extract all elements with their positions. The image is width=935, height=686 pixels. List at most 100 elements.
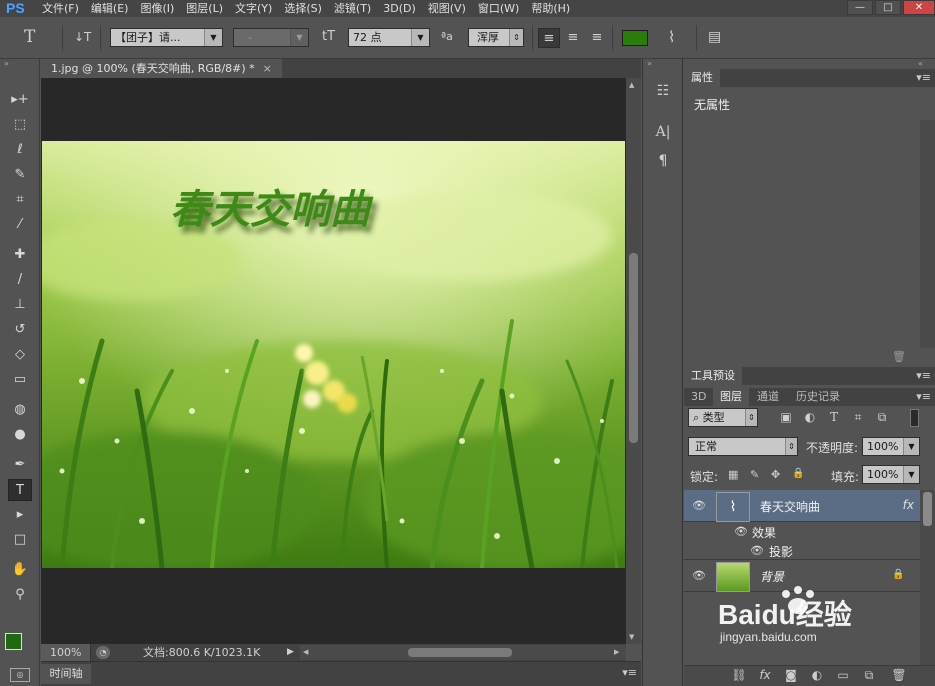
- timeline-tab[interactable]: 时间轴: [41, 664, 91, 684]
- tab-layers[interactable]: 图层: [713, 388, 749, 406]
- panel-menu-icon[interactable]: ▾≡: [916, 69, 931, 87]
- maximize-button[interactable]: □: [875, 0, 901, 15]
- move-tool[interactable]: ▸+: [8, 89, 32, 111]
- quick-select-tool[interactable]: ✎: [8, 164, 32, 186]
- filter-pixel-layers-icon[interactable]: ▣: [777, 410, 795, 424]
- menu-layer[interactable]: 图层(L): [180, 0, 229, 17]
- pen-tool[interactable]: ✒: [8, 454, 32, 476]
- lock-all-icon[interactable]: 🔒: [792, 468, 804, 479]
- filter-toggle-switch[interactable]: [910, 409, 919, 427]
- filter-smart-objects-icon[interactable]: ⧉: [873, 410, 891, 425]
- menu-file[interactable]: 文件(F): [36, 0, 85, 17]
- menu-type[interactable]: 文字(Y): [229, 0, 278, 17]
- layers-scroll-thumb[interactable]: [923, 492, 932, 526]
- layer-effects-badge[interactable]: fx: [903, 498, 914, 512]
- antialias-dropdown[interactable]: 浑厚 ⇕: [468, 28, 524, 47]
- minimize-button[interactable]: —: [847, 0, 873, 15]
- horizontal-scrollbar[interactable]: ◀ ▶: [300, 645, 626, 660]
- horizontal-scroll-thumb[interactable]: [408, 648, 512, 657]
- eye-icon[interactable]: 👁: [734, 525, 748, 538]
- collapse-arrows-icon[interactable]: »: [4, 59, 9, 68]
- status-menu-arrow-icon[interactable]: ▶: [287, 647, 294, 657]
- menu-filter[interactable]: 滤镜(T): [328, 0, 377, 17]
- scroll-right-icon[interactable]: ▶: [614, 648, 619, 656]
- layer-filter-kind-dropdown[interactable]: ⌕ 类型 ⇕: [688, 408, 758, 427]
- blend-mode-dropdown[interactable]: 正常 ⇕: [688, 437, 798, 456]
- panel-menu-icon[interactable]: ▾≡: [916, 388, 931, 406]
- tool-presets-icon[interactable]: ☷: [653, 81, 673, 101]
- layer-name[interactable]: 春天交响曲: [760, 498, 820, 515]
- trash-icon[interactable]: 🗑: [892, 350, 906, 363]
- eye-icon[interactable]: 👁: [692, 569, 706, 582]
- opacity-field[interactable]: 100% ▼: [862, 437, 920, 456]
- paragraph-panel-icon[interactable]: ¶: [653, 151, 673, 171]
- add-mask-icon[interactable]: ◙: [782, 668, 800, 682]
- type-tool-preset-icon[interactable]: T: [24, 29, 35, 46]
- properties-scrollbar[interactable]: [920, 120, 935, 348]
- scroll-down-icon[interactable]: ▼: [629, 633, 634, 641]
- eye-icon[interactable]: 👁: [692, 499, 706, 512]
- shape-tool[interactable]: □: [8, 529, 32, 551]
- character-panel-icon[interactable]: ▤: [708, 29, 721, 45]
- layer-name[interactable]: 背景: [760, 568, 784, 585]
- blur-tool[interactable]: ◍: [8, 399, 32, 421]
- foreground-color-swatch[interactable]: [5, 633, 22, 650]
- align-right-button[interactable]: ≡: [586, 28, 608, 48]
- path-select-tool[interactable]: ▸: [8, 504, 32, 526]
- menu-select[interactable]: 选择(S): [278, 0, 328, 17]
- filter-adjustment-layers-icon[interactable]: ◐: [801, 410, 819, 424]
- vertical-scroll-thumb[interactable]: [629, 253, 638, 443]
- filter-shape-layers-icon[interactable]: ⌗: [849, 410, 867, 425]
- menu-view[interactable]: 视图(V): [422, 0, 472, 17]
- quick-mask-icon[interactable]: ◎: [10, 668, 30, 682]
- document-tab[interactable]: 1.jpg @ 100% (春天交响曲, RGB/8#) * ×: [41, 59, 282, 78]
- clone-stamp-tool[interactable]: ⊥: [8, 294, 32, 316]
- close-tab-icon[interactable]: ×: [263, 62, 272, 75]
- tab-properties[interactable]: 属性: [684, 69, 720, 87]
- warp-text-icon[interactable]: ⌇: [668, 29, 675, 45]
- brush-tool[interactable]: /: [8, 269, 32, 291]
- font-style-dropdown[interactable]: - ▼: [233, 28, 309, 47]
- scroll-up-icon[interactable]: ▲: [629, 81, 634, 89]
- link-layers-icon[interactable]: ⛓: [730, 668, 748, 682]
- font-size-dropdown[interactable]: 72 点 ▼: [348, 28, 430, 47]
- menu-edit[interactable]: 编辑(E): [85, 0, 135, 17]
- zoom-tool[interactable]: ⚲: [8, 584, 32, 606]
- fill-field[interactable]: 100% ▼: [862, 465, 920, 484]
- eraser-tool[interactable]: ◇: [8, 344, 32, 366]
- document-canvas-image[interactable]: 春天交响曲: [42, 141, 625, 568]
- new-group-icon[interactable]: ▭: [834, 668, 852, 682]
- layer-drop-shadow-row[interactable]: 👁 投影: [684, 541, 920, 560]
- new-layer-icon[interactable]: ⧉: [860, 668, 878, 683]
- new-adjustment-layer-icon[interactable]: ◐: [808, 668, 826, 682]
- lock-pixels-icon[interactable]: ✎: [750, 468, 759, 481]
- dodge-tool[interactable]: ●: [8, 424, 32, 446]
- lasso-tool[interactable]: ℓ: [8, 139, 32, 161]
- menu-window[interactable]: 窗口(W): [472, 0, 525, 17]
- filter-type-layers-icon[interactable]: T: [825, 410, 843, 424]
- scroll-left-icon[interactable]: ◀: [303, 648, 308, 656]
- history-brush-tool[interactable]: ↺: [8, 319, 32, 341]
- info-menu-icon[interactable]: ◔: [96, 646, 110, 659]
- menu-3d[interactable]: 3D(D): [377, 0, 422, 17]
- lock-position-icon[interactable]: ✥: [771, 468, 780, 481]
- collapse-arrows-icon[interactable]: »: [647, 59, 652, 68]
- lock-transparent-icon[interactable]: ▦: [728, 468, 738, 481]
- vertical-scrollbar[interactable]: ▲ ▼: [626, 78, 641, 644]
- text-orientation-icon[interactable]: ↓T: [74, 29, 91, 45]
- align-center-button[interactable]: ≡: [562, 28, 584, 48]
- collapse-arrows-icon[interactable]: «: [918, 59, 923, 68]
- crop-tool[interactable]: ⌗: [8, 189, 32, 211]
- character-panel-icon[interactable]: A|: [653, 122, 673, 142]
- tab-3d[interactable]: 3D: [684, 388, 713, 406]
- menu-image[interactable]: 图像(I): [134, 0, 180, 17]
- gradient-tool[interactable]: ▭: [8, 369, 32, 391]
- panel-menu-icon[interactable]: ▾≡: [916, 367, 931, 385]
- layer-row-text[interactable]: 👁 ⌇ 春天交响曲 fx: [684, 490, 920, 522]
- healing-brush-tool[interactable]: ✚: [8, 244, 32, 266]
- font-family-dropdown[interactable]: 【团子】请... ▼: [110, 28, 223, 47]
- layer-effects-row[interactable]: 👁 效果: [684, 522, 920, 541]
- panel-menu-icon[interactable]: ▾≡: [622, 666, 637, 679]
- zoom-level-field[interactable]: 100%: [41, 644, 91, 661]
- text-color-swatch[interactable]: [622, 30, 648, 46]
